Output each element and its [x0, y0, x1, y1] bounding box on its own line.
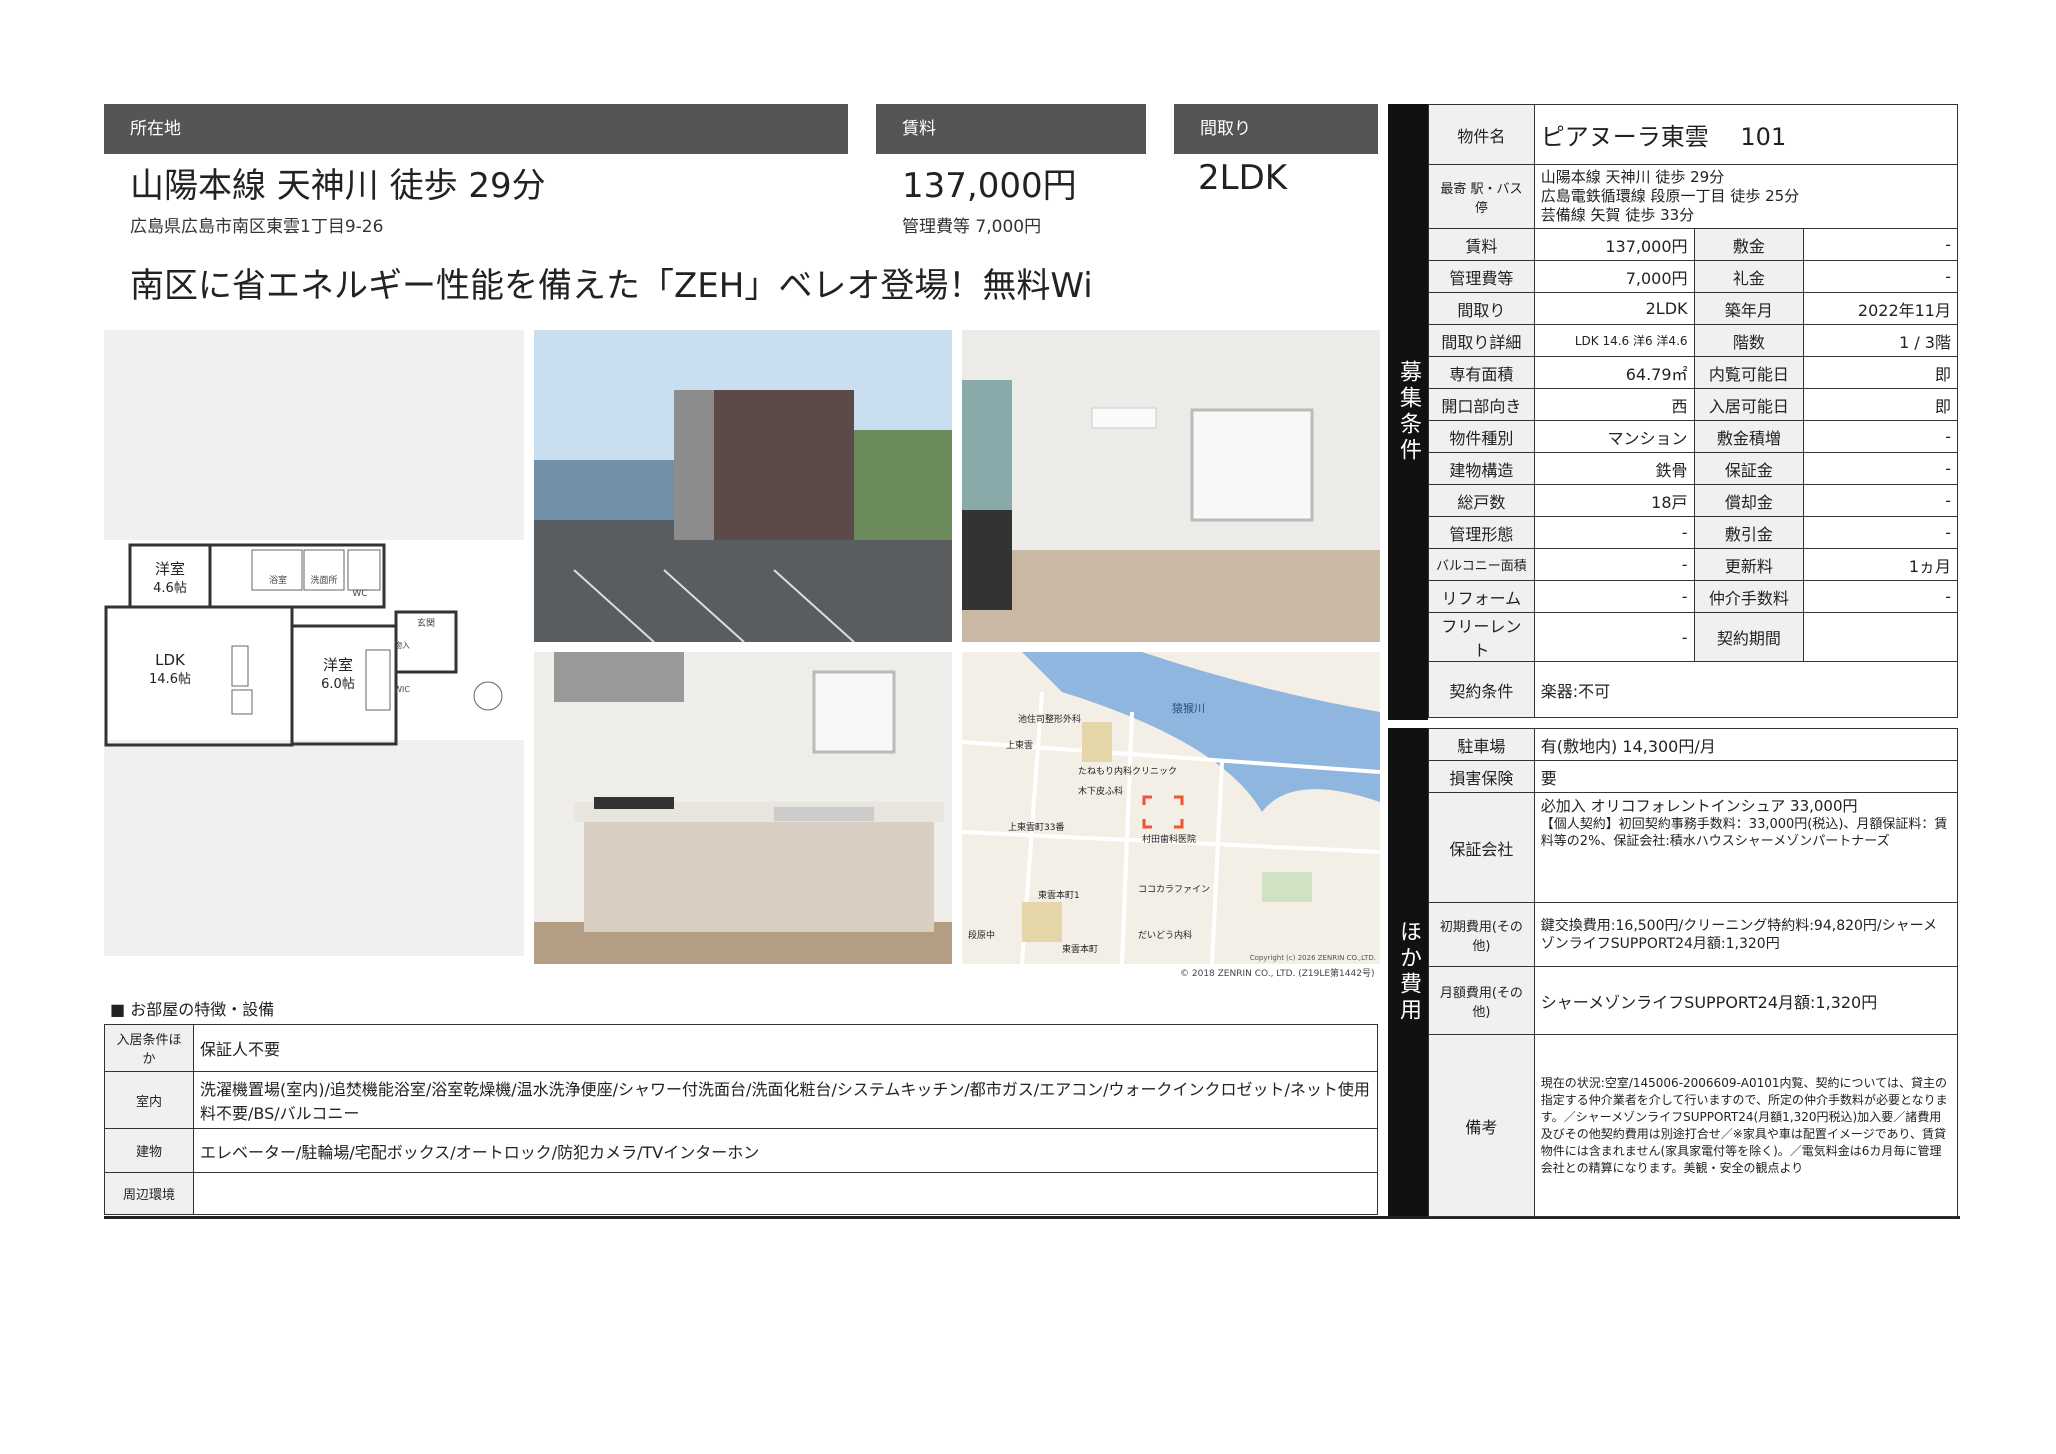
insurance-value: 要: [1533, 760, 1959, 793]
map-copyright: © 2018 ZENRIN CO., LTD. (Z19LE第1442号): [1180, 969, 1375, 979]
initial-label: 初期費用(その他): [1428, 902, 1535, 967]
features-table: 入居条件ほか 保証人不要 室内 洗濯機置場(室内)/追焚機能浴室/浴室乾燥機/温水洗…: [104, 1024, 1378, 1215]
summary-access: 山陽本線 天神川 徒歩 29分: [130, 166, 546, 206]
monthly-label: 月額費用(その他): [1428, 966, 1535, 1035]
floorplan-panel: 洋室 4.6帖 LDK 14.6帖 洋室 6.0帖 浴室 洗面所 WC 玄関 物…: [104, 330, 524, 956]
map-label-8: 東雲本町1: [1038, 891, 1080, 901]
recruit-sidebar: 募集条件: [1388, 104, 1428, 720]
features-title: ■ お部屋の特徴・設備: [110, 1000, 275, 1019]
parking-value: 有(敷地内) 14,300円/月: [1533, 728, 1959, 761]
layout-header: 間取り: [1174, 104, 1378, 154]
map-label-4: ココカラファイン: [1138, 885, 1211, 895]
map-label-0: 池住司整形外科: [1018, 715, 1082, 725]
svg-text:6.0帖: 6.0帖: [321, 677, 355, 692]
contract-label: 契約条件: [1428, 661, 1535, 718]
exterior-photo: [534, 330, 952, 642]
info-row: 建物構造 鉄骨 保証金 -: [1428, 452, 1958, 485]
map-label-7: 上東雲: [1006, 741, 1034, 751]
feature-row: 建物 エレベーター/駐輪場/宅配ボックス/オートロック/防犯カメラ/TVインターホ…: [104, 1128, 1378, 1173]
parking-label: 駐車場: [1428, 728, 1535, 761]
map-label-2: 木下皮ふ科: [1078, 787, 1124, 797]
summary-address: 広島県広島市南区東雲1丁目9-26: [130, 217, 384, 237]
room-western-2: 洋室: [323, 656, 353, 674]
map-label-1: たねもり内科クリニック: [1078, 767, 1178, 777]
feature-row: 周辺環境: [104, 1172, 1378, 1215]
info-row: 管理形態 - 敷引金 -: [1428, 516, 1958, 549]
map-label-5: だいどう内科: [1138, 931, 1193, 941]
info-row: 開口部向き西入居可能日即: [1428, 388, 1958, 421]
guarantor-value: 必加入 オリコフォレントインシュア 33,000円 【個人契約】初回契約事務手数…: [1533, 792, 1959, 903]
other-cost-sidebar: ほか費用: [1388, 728, 1428, 1216]
remarks-value: 現在の状況:空室/145006-2006609-A0101内覧、契約については、…: [1533, 1034, 1959, 1217]
map-copyright-small: Copyright (c) 2026 ZENRIN CO.,LTD.: [1249, 954, 1376, 962]
summary-fee: 管理費等 7,000円: [902, 217, 1042, 237]
insurance-label: 損害保険: [1428, 760, 1535, 793]
rent-header: 賃料: [876, 104, 1146, 154]
station-label: 最寄 駅・バス停: [1428, 164, 1535, 229]
feature-row: 入居条件ほか 保証人不要: [104, 1024, 1378, 1072]
svg-text:14.6帖: 14.6帖: [149, 672, 191, 687]
kitchen-photo: [534, 652, 952, 964]
property-table: 物件名 ピアヌーラ東雲 101 最寄 駅・バス停 山陽本線 天神川 徒歩 29分…: [1428, 104, 1959, 718]
info-row: リフォーム - 仲介手数料 -: [1428, 580, 1958, 613]
initial-value: 鍵交換費用:16,500円/クリーニング特約料:94,820円/シャーメゾンライ…: [1533, 902, 1959, 967]
info-row: 賃料 137,000円 敷金 -: [1428, 228, 1958, 261]
remarks-label: 備考: [1428, 1034, 1535, 1217]
svg-text:4.6帖: 4.6帖: [153, 581, 187, 596]
map-label-10: 東雲本町: [1062, 945, 1099, 955]
map-label-river: 猿猴川: [1172, 702, 1205, 715]
label-wc: WC: [352, 589, 367, 599]
map-label-3: 村田歯科医院: [1142, 835, 1197, 845]
catch-copy: 南区に省エネルギー性能を備えた「ZEH」ベレオ登場！無料Wi: [130, 266, 1093, 306]
info-row: 間取り詳細 LDK 14.6 洋6 洋4.6 階数 1 / 3階: [1428, 324, 1958, 357]
info-row: 物件種別 マンション 敷金積増 -: [1428, 420, 1958, 453]
info-row: 間取り 2LDK 築年月 2022年11月: [1428, 292, 1958, 325]
info-row: 専有面積 64.79㎡ 内覧可能日即: [1428, 356, 1958, 389]
name-label: 物件名: [1428, 104, 1535, 165]
label-entrance: 玄関: [417, 617, 435, 629]
map-label-6: 段原中: [968, 931, 996, 941]
label-wash: 洗面所: [310, 574, 337, 586]
area-map: 猿猴川 池住司整形外科 たねもり内科クリニック 木下皮ふ科 村田歯科医院 ココカ…: [962, 652, 1380, 964]
feature-row: 室内 洗濯機置場(室内)/追焚機能浴室/浴室乾燥機/温水洗浄便座/シャワー付洗面台…: [104, 1071, 1378, 1129]
living-room-photo: [962, 330, 1380, 642]
cost-table: 駐車場 有(敷地内) 14,300円/月 損害保険要 保証会社 必加入 オリコフォ…: [1428, 728, 1959, 1217]
room-ldk: LDK: [155, 651, 186, 669]
map-label-9: 上東雲町33番: [1008, 823, 1065, 833]
property-name: ピアヌーラ東雲 101: [1533, 104, 1959, 165]
location-header: 所在地: [104, 104, 848, 154]
info-row: バルコニー面積 - 更新料 1ヵ月: [1428, 548, 1958, 581]
summary-rent: 137,000円: [902, 166, 1077, 206]
label-storage: 物入: [394, 640, 410, 650]
summary-layout: 2LDK: [1198, 158, 1288, 198]
guarantor-label: 保証会社: [1428, 792, 1535, 903]
info-row: フリーレント - 契約期間: [1428, 612, 1958, 662]
label-bath: 浴室: [269, 574, 287, 586]
room-western-1: 洋室: [155, 560, 185, 578]
floorplan-drawing: 洋室 4.6帖 LDK 14.6帖 洋室 6.0帖 浴室 洗面所 WC 玄関 物…: [104, 540, 524, 747]
info-row: 管理費等 7,000円 礼金 -: [1428, 260, 1958, 293]
info-row: 総戸数 18戸 償却金 -: [1428, 484, 1958, 517]
stations: 山陽本線 天神川 徒歩 29分 広島電鉄循環線 段原一丁目 徒歩 25分 芸備線…: [1533, 164, 1959, 229]
label-wic: WIC: [394, 685, 410, 694]
contract-value: 楽器:不可: [1533, 661, 1959, 718]
monthly-value: シャーメゾンライフSUPPORT24月額:1,320円: [1533, 966, 1959, 1035]
